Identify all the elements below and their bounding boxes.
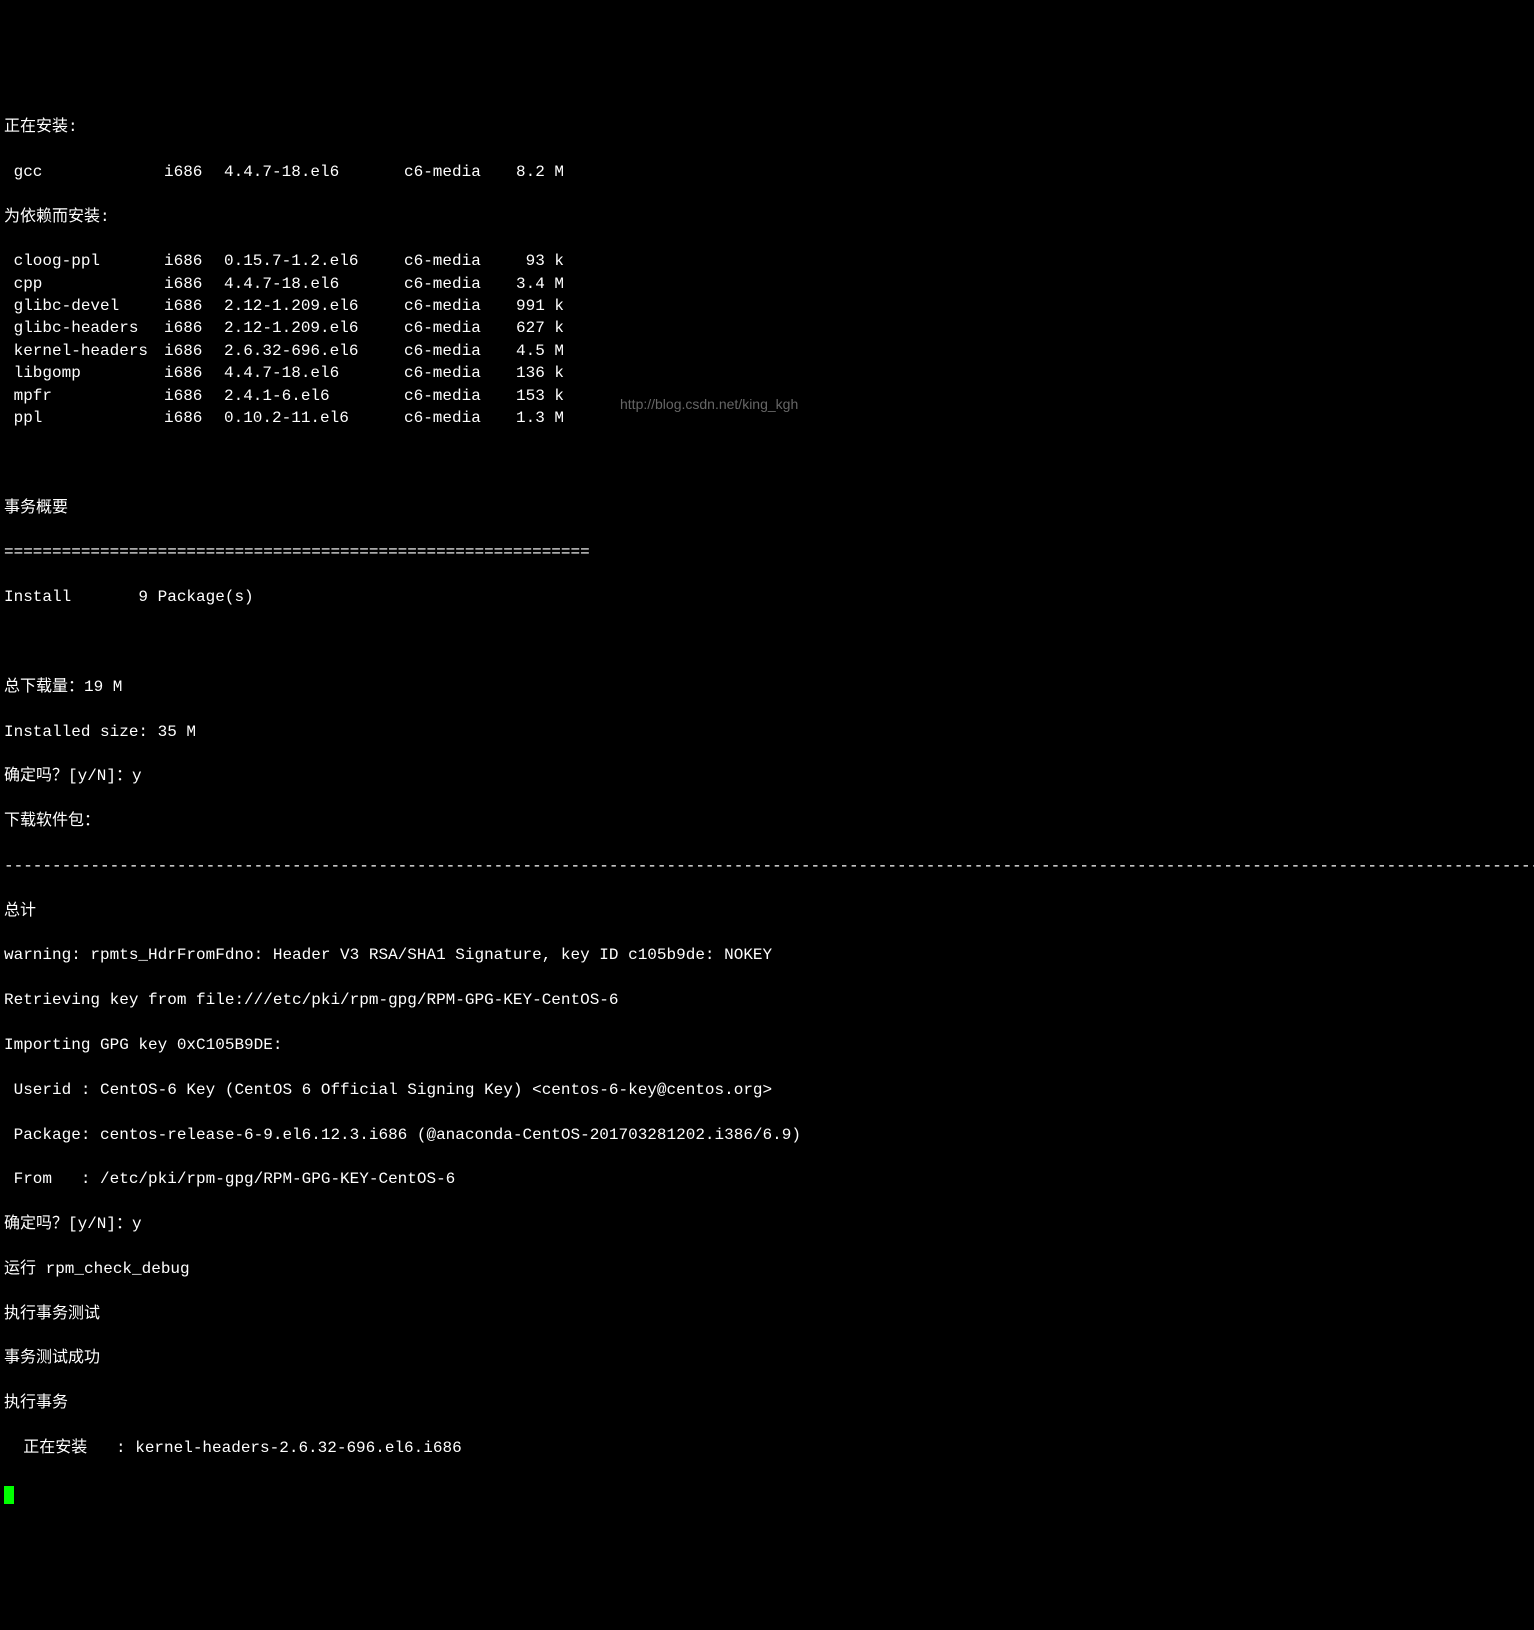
section-summary: 事务概要 xyxy=(4,497,1530,519)
retrieving-line: Retrieving key from file:///etc/pki/rpm-… xyxy=(4,989,1530,1011)
package-row: glibc-develi6862.12-1.209.el6c6-media991… xyxy=(4,295,1530,317)
confirm-prompt-2[interactable]: 确定吗？[y/N]：y xyxy=(4,1213,1530,1235)
section-installing: 正在安装: xyxy=(4,116,1530,138)
install-count: Install 9 Package(s) xyxy=(4,586,1530,608)
importing-line: Importing GPG key 0xC105B9DE: xyxy=(4,1034,1530,1056)
package-line: Package: centos-release-6-9.el6.12.3.i68… xyxy=(4,1124,1530,1146)
terminal-cursor[interactable] xyxy=(4,1486,14,1504)
userid-line: Userid : CentOS-6 Key (CentOS 6 Official… xyxy=(4,1079,1530,1101)
package-row: kernel-headersi6862.6.32-696.el6c6-media… xyxy=(4,340,1530,362)
section-deps: 为依赖而安装: xyxy=(4,206,1530,228)
installing-current: 正在安装 : kernel-headers-2.6.32-696.el6.i68… xyxy=(4,1437,1530,1459)
terminal-output: 正在安装: gcci6864.4.7-18.el6c6-media8.2 M 为… xyxy=(4,94,1530,1505)
package-row: ppli6860.10.2-11.el6c6-media1.3 M xyxy=(4,407,1530,429)
package-row: libgompi6864.4.7-18.el6c6-media136 k xyxy=(4,362,1530,384)
running-rpm-check: 运行 rpm_check_debug xyxy=(4,1258,1530,1280)
test-run: 执行事务测试 xyxy=(4,1303,1530,1325)
download-size: 总下载量：19 M xyxy=(4,676,1530,698)
package-row: cloog-ppli6860.15.7-1.2.el6c6-media 93 k xyxy=(4,250,1530,272)
installed-size: Installed size: 35 M xyxy=(4,721,1530,743)
test-ok: 事务测试成功 xyxy=(4,1347,1530,1369)
warning-line: warning: rpmts_HdrFromFdno: Header V3 RS… xyxy=(4,944,1530,966)
divider-dash: ----------------------------------------… xyxy=(4,855,1530,877)
package-row: cppi6864.4.7-18.el6c6-media3.4 M xyxy=(4,273,1530,295)
from-line: From : /etc/pki/rpm-gpg/RPM-GPG-KEY-Cent… xyxy=(4,1168,1530,1190)
divider-eq: ========================================… xyxy=(4,541,1530,563)
confirm-prompt[interactable]: 确定吗？[y/N]：y xyxy=(4,765,1530,787)
package-row: mpfri6862.4.1-6.el6c6-media153 k xyxy=(4,385,1530,407)
downloading-label: 下载软件包： xyxy=(4,810,1530,832)
package-row: gcci6864.4.7-18.el6c6-media8.2 M xyxy=(4,161,1530,183)
exec-transaction: 执行事务 xyxy=(4,1392,1530,1414)
package-row: glibc-headersi6862.12-1.209.el6c6-media6… xyxy=(4,317,1530,339)
section-total: 总计 xyxy=(4,900,1530,922)
